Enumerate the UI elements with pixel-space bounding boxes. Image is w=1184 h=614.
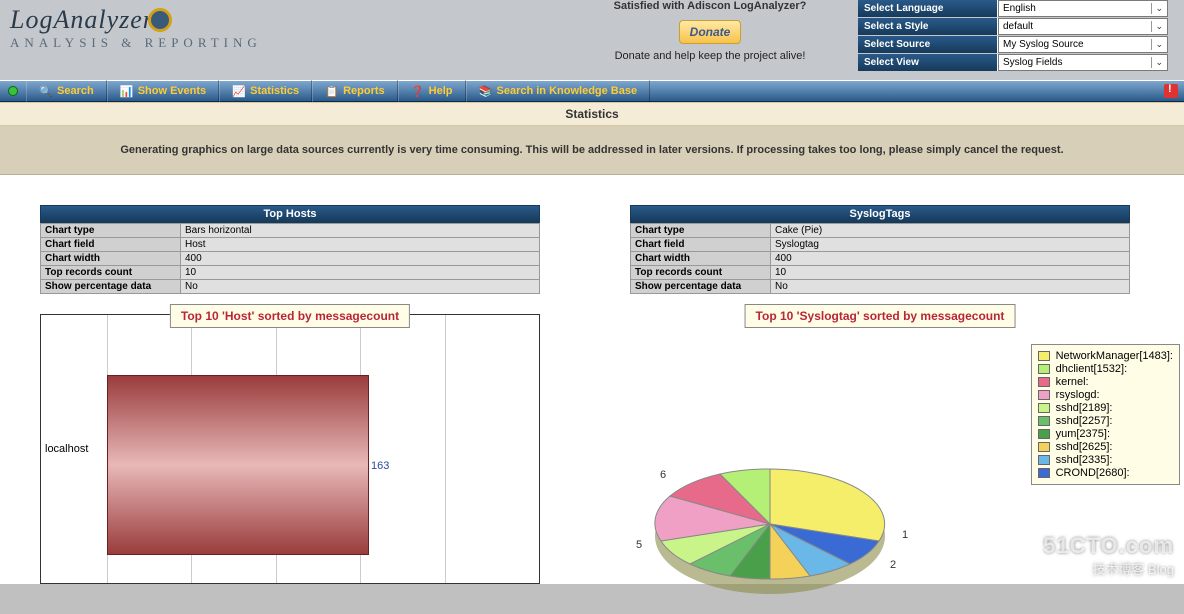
- legend-swatch: [1038, 351, 1050, 361]
- legend-item: sshd[2625]:: [1038, 441, 1173, 453]
- page-title: Statistics: [0, 102, 1184, 126]
- selects-area: Select LanguageEnglish⌄ Select a Stylede…: [858, 0, 1178, 72]
- table-row: Chart fieldSyslogtag: [631, 238, 1130, 252]
- legend-swatch: [1038, 416, 1050, 426]
- legend-item: dhclient[1532]:: [1038, 363, 1173, 375]
- notice-text: Generating graphics on large data source…: [0, 126, 1184, 175]
- donate-question: Satisfied with Adiscon LogAnalyzer?: [560, 0, 860, 12]
- table-row: Show percentage dataNo: [41, 280, 540, 294]
- pie-chart-caption: Top 10 'Syslogtag' sorted by messagecoun…: [745, 304, 1016, 328]
- logo-subtitle: ANALYSIS & REPORTING: [10, 35, 550, 51]
- logo-accent-icon: [148, 8, 172, 32]
- donate-button[interactable]: Donate: [679, 20, 742, 44]
- bar-chart: localhost 163: [40, 314, 540, 584]
- status-dot-icon: [8, 86, 18, 96]
- chevron-down-icon: ⌄: [1151, 3, 1163, 14]
- menubar: 🔍Search 📊Show Events 📈Statistics 📋Report…: [0, 80, 1184, 102]
- pie-svg: [630, 434, 910, 614]
- pie-chart-box: Top 10 'Syslogtag' sorted by messagecoun…: [630, 294, 1130, 584]
- panel-title: Top Hosts: [40, 205, 540, 223]
- menu-search[interactable]: 🔍Search: [26, 80, 107, 102]
- legend-item: kernel:: [1038, 376, 1173, 388]
- pie-label: 2: [890, 559, 896, 571]
- select-style[interactable]: default⌄: [998, 18, 1168, 35]
- meta-table-left: Chart typeBars horizontal Chart fieldHos…: [40, 223, 540, 294]
- reports-icon: 📋: [325, 84, 339, 98]
- bar-rect: [107, 375, 369, 555]
- legend-swatch: [1038, 403, 1050, 413]
- chevron-down-icon: ⌄: [1151, 39, 1163, 50]
- header: LogAnalyzer ANALYSIS & REPORTING Satisfi…: [0, 0, 1184, 80]
- legend-item: sshd[2335]:: [1038, 454, 1173, 466]
- select-source-label: Select Source: [858, 36, 998, 53]
- table-row: Chart typeBars horizontal: [41, 224, 540, 238]
- legend-item: CROND[2680]:: [1038, 467, 1173, 479]
- legend-item: yum[2375]:: [1038, 428, 1173, 440]
- legend-swatch: [1038, 377, 1050, 387]
- legend-swatch: [1038, 390, 1050, 400]
- book-icon: 📚: [479, 84, 493, 98]
- pie-label: 1: [902, 529, 908, 541]
- bar-chart-box: Top 10 'Host' sorted by messagecount loc…: [40, 294, 540, 584]
- table-row: Top records count10: [631, 266, 1130, 280]
- meta-table-right: Chart typeCake (Pie) Chart fieldSyslogta…: [630, 223, 1130, 294]
- select-style-label: Select a Style: [858, 18, 998, 35]
- select-view-label: Select View: [858, 54, 998, 71]
- bar-value-label: 163: [371, 460, 389, 472]
- menu-show-events[interactable]: 📊Show Events: [107, 80, 219, 102]
- legend-swatch: [1038, 429, 1050, 439]
- alert-icon[interactable]: [1164, 84, 1178, 98]
- menu-reports[interactable]: 📋Reports: [312, 80, 398, 102]
- bar-chart-caption: Top 10 'Host' sorted by messagecount: [170, 304, 410, 328]
- pie-legend: NetworkManager[1483]: dhclient[1532]: ke…: [1031, 344, 1180, 485]
- logo-area: LogAnalyzer ANALYSIS & REPORTING: [0, 0, 560, 80]
- donate-area: Satisfied with Adiscon LogAnalyzer? Dona…: [560, 0, 860, 80]
- pie-chart: 6 5 1 2 NetworkManager[1483]: dhclient[1…: [630, 314, 1130, 584]
- help-icon: ❓: [411, 84, 425, 98]
- table-row: Top records count10: [41, 266, 540, 280]
- legend-swatch: [1038, 442, 1050, 452]
- menu-kb-search[interactable]: 📚Search in Knowledge Base: [466, 80, 651, 102]
- table-row: Chart fieldHost: [41, 238, 540, 252]
- legend-item: NetworkManager[1483]:: [1038, 350, 1173, 362]
- events-icon: 📊: [120, 84, 134, 98]
- logo-text: LogAnalyzer: [10, 5, 550, 35]
- menu-statistics[interactable]: 📈Statistics: [219, 80, 312, 102]
- legend-item: sshd[2257]:: [1038, 415, 1173, 427]
- legend-swatch: [1038, 364, 1050, 374]
- chevron-down-icon: ⌄: [1151, 21, 1163, 32]
- select-language-label: Select Language: [858, 0, 998, 17]
- select-language[interactable]: English⌄: [998, 0, 1168, 17]
- panel-top-hosts: Top Hosts Chart typeBars horizontal Char…: [40, 205, 540, 584]
- table-row: Show percentage dataNo: [631, 280, 1130, 294]
- statistics-icon: 📈: [232, 84, 246, 98]
- table-row: Chart width400: [41, 252, 540, 266]
- select-source[interactable]: My Syslog Source⌄: [998, 36, 1168, 53]
- bar-category-label: localhost: [45, 443, 88, 455]
- select-view[interactable]: Syslog Fields⌄: [998, 54, 1168, 71]
- donate-help-text: Donate and help keep the project alive!: [560, 50, 860, 62]
- legend-swatch: [1038, 455, 1050, 465]
- legend-item: rsyslogd:: [1038, 389, 1173, 401]
- legend-item: sshd[2189]:: [1038, 402, 1173, 414]
- menu-help[interactable]: ❓Help: [398, 80, 466, 102]
- chevron-down-icon: ⌄: [1151, 57, 1163, 68]
- panel-syslogtags: SyslogTags Chart typeCake (Pie) Chart fi…: [630, 205, 1130, 584]
- pie-label: 5: [636, 539, 642, 551]
- table-row: Chart width400: [631, 252, 1130, 266]
- legend-swatch: [1038, 468, 1050, 478]
- table-row: Chart typeCake (Pie): [631, 224, 1130, 238]
- panel-title: SyslogTags: [630, 205, 1130, 223]
- search-icon: 🔍: [39, 84, 53, 98]
- pie-label: 6: [660, 469, 666, 481]
- content: Top Hosts Chart typeBars horizontal Char…: [0, 175, 1184, 584]
